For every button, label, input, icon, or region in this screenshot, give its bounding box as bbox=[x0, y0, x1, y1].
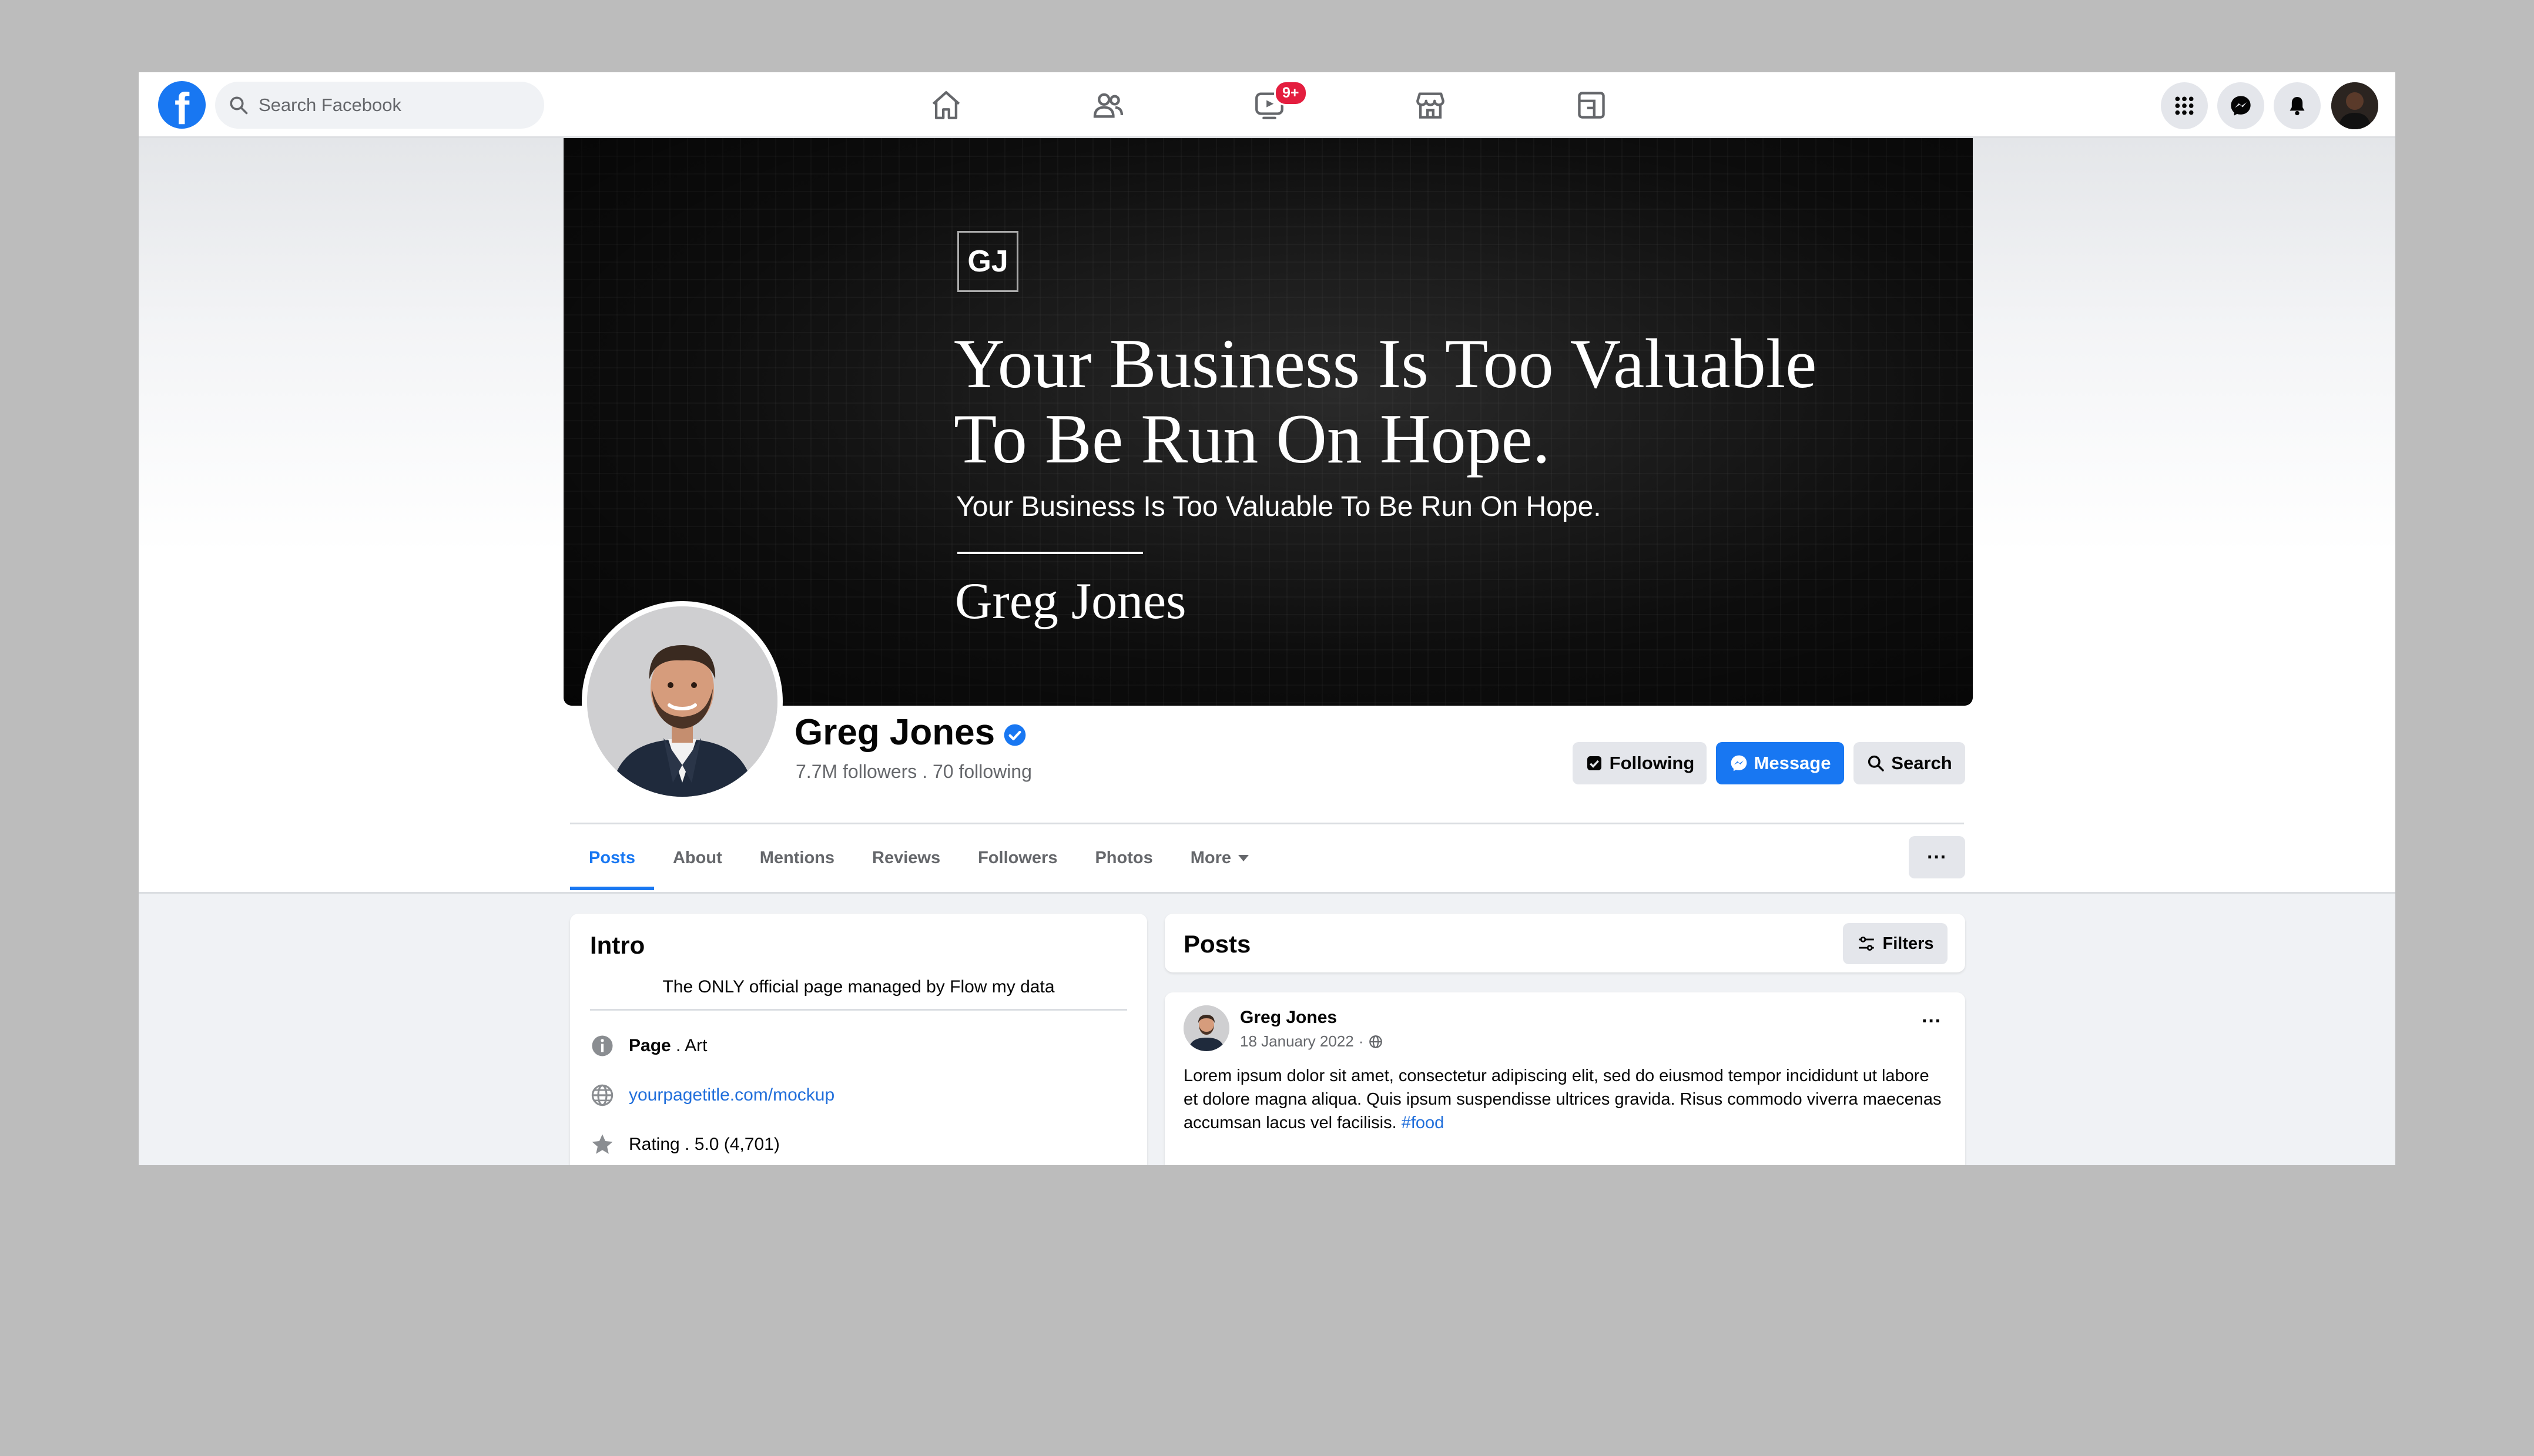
following-button[interactable]: Following bbox=[1573, 742, 1707, 784]
post-hashtag[interactable]: #food bbox=[1402, 1113, 1444, 1132]
tab-more-label: More bbox=[1190, 848, 1232, 867]
notifications-button[interactable] bbox=[2274, 82, 2321, 129]
home-icon bbox=[932, 91, 960, 119]
marketplace-icon bbox=[1416, 92, 1444, 119]
cover-headline: Your Business Is Too Valuable To Be Run … bbox=[954, 324, 1817, 478]
info-icon bbox=[592, 1035, 613, 1056]
caret-down-icon bbox=[1238, 854, 1249, 861]
facebook-logo[interactable]: f bbox=[158, 81, 206, 129]
follower-stats[interactable]: 7.7M followers . 70 following bbox=[796, 761, 1032, 783]
header-bottom-border bbox=[139, 892, 2395, 894]
search-icon bbox=[230, 96, 248, 115]
nav-gaming[interactable] bbox=[1556, 84, 1627, 126]
tab-mentions[interactable]: Mentions bbox=[741, 826, 853, 890]
post-text: Lorem ipsum dolor sit amet, consectetur … bbox=[1184, 1066, 1942, 1132]
intro-website-link[interactable]: yourpagetitle.com/mockup bbox=[629, 1085, 834, 1105]
intro-description: The ONLY official page managed by Flow m… bbox=[662, 977, 1055, 997]
profile-name: Greg Jones bbox=[795, 712, 996, 753]
intro-page-label: Page bbox=[629, 1036, 671, 1055]
messenger-button[interactable] bbox=[2217, 82, 2264, 129]
tab-more[interactable]: More bbox=[1172, 826, 1268, 890]
tab-followers[interactable]: Followers bbox=[959, 826, 1076, 890]
intro-rating-value: Rating . 5.0 (4,701) bbox=[629, 1135, 780, 1154]
message-button[interactable]: Message bbox=[1716, 742, 1844, 784]
search-icon bbox=[1868, 755, 1885, 771]
nav-watch[interactable]: 9+ bbox=[1234, 80, 1308, 126]
profile-picture-image bbox=[587, 606, 777, 797]
post-body: Lorem ipsum dolor sit amet, consectetur … bbox=[1184, 1064, 1948, 1135]
profile-tabs: Posts About Mentions Reviews Followers P… bbox=[570, 826, 1268, 890]
cover-signature: Greg Jones bbox=[955, 573, 1186, 630]
post-author-avatar[interactable] bbox=[1184, 1005, 1229, 1051]
profile-more-options-button[interactable]: ··· bbox=[1909, 836, 1965, 878]
post-options-button[interactable]: ··· bbox=[1922, 1010, 1942, 1033]
intro-card: Intro The ONLY official page managed by … bbox=[570, 914, 1147, 1165]
messenger-icon bbox=[2231, 96, 2251, 116]
friends-icon bbox=[1093, 93, 1124, 118]
intro-divider bbox=[590, 1009, 1127, 1011]
account-avatar-image bbox=[2331, 82, 2378, 129]
post-date[interactable]: 18 January 2022 bbox=[1240, 1032, 1354, 1051]
post-meta-separator: · bbox=[1358, 1032, 1364, 1050]
cover-photo[interactable]: GJ Your Business Is Too Valuable To Be R… bbox=[564, 138, 1973, 706]
menu-button[interactable] bbox=[2161, 82, 2208, 129]
cover-divider bbox=[957, 552, 1143, 554]
filters-icon bbox=[1859, 936, 1875, 951]
nav-home[interactable] bbox=[911, 84, 981, 126]
nav-marketplace[interactable] bbox=[1395, 84, 1466, 126]
account-avatar[interactable] bbox=[2331, 82, 2378, 129]
verified-badge-icon bbox=[1004, 724, 1026, 746]
posts-header-card: Posts Filters bbox=[1165, 914, 1965, 972]
header-divider bbox=[570, 823, 1964, 824]
post-author-avatar-image bbox=[1184, 1005, 1229, 1051]
intro-rating: Rating . 5.0 (4,701) bbox=[590, 1132, 780, 1157]
search-label: Search bbox=[1891, 753, 1952, 773]
messenger-icon bbox=[1731, 755, 1747, 771]
profile-name-row: Greg Jones bbox=[795, 712, 1027, 753]
filters-button[interactable]: Filters bbox=[1843, 923, 1948, 964]
tab-posts[interactable]: Posts bbox=[570, 826, 654, 890]
posts-title: Posts bbox=[1184, 930, 1251, 958]
filters-label: Filters bbox=[1882, 934, 1934, 953]
profile-picture[interactable] bbox=[582, 601, 783, 802]
tab-reviews[interactable]: Reviews bbox=[853, 826, 959, 890]
profile-search-button[interactable]: Search bbox=[1853, 742, 1965, 784]
bell-icon bbox=[2290, 97, 2305, 116]
message-label: Message bbox=[1754, 753, 1831, 773]
tab-photos[interactable]: Photos bbox=[1076, 826, 1171, 890]
star-icon bbox=[592, 1134, 613, 1154]
grid-menu-icon bbox=[2175, 96, 2194, 115]
search-input[interactable] bbox=[259, 95, 517, 116]
globe-icon bbox=[591, 1084, 614, 1106]
intro-website: yourpagetitle.com/mockup bbox=[590, 1083, 834, 1108]
following-label: Following bbox=[1609, 753, 1695, 773]
browser-frame: f 9+ bbox=[139, 72, 2395, 1165]
gaming-icon bbox=[1578, 92, 1605, 119]
post-card: Greg Jones 18 January 2022 · ··· Lorem i… bbox=[1165, 992, 1965, 1165]
post-author-name[interactable]: Greg Jones bbox=[1240, 1008, 1337, 1028]
nav-friends[interactable] bbox=[1073, 84, 1144, 126]
watch-notification-badge: 9+ bbox=[1274, 80, 1308, 106]
intro-title: Intro bbox=[590, 931, 645, 959]
following-check-icon bbox=[1587, 756, 1601, 770]
cover-monogram: GJ bbox=[957, 231, 1018, 292]
globe-icon bbox=[1369, 1035, 1383, 1048]
cover-subline: Your Business Is Too Valuable To Be Run … bbox=[956, 491, 1601, 522]
post-meta: 18 January 2022 · bbox=[1240, 1032, 1383, 1051]
search-bar[interactable] bbox=[215, 82, 544, 129]
intro-page-category: Page . Art bbox=[590, 1034, 707, 1058]
top-navigation-bar: f 9+ bbox=[139, 72, 2395, 138]
intro-page-category-value: . Art bbox=[671, 1036, 708, 1055]
tab-about[interactable]: About bbox=[654, 826, 741, 890]
